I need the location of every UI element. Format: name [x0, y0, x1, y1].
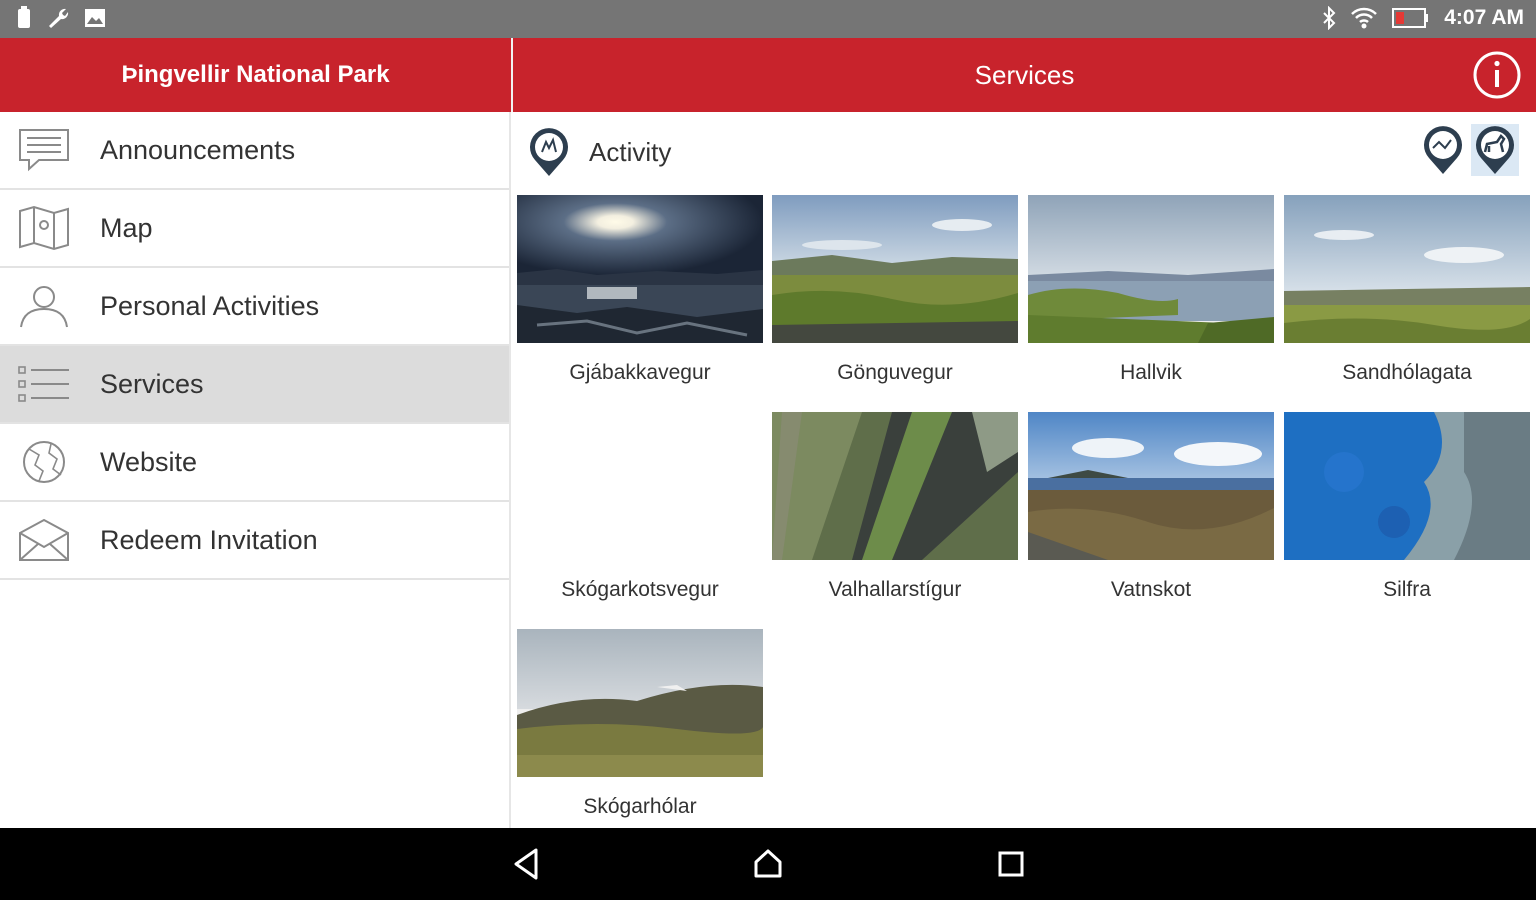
- service-tile-gonguvegur[interactable]: Gönguvegur: [772, 195, 1018, 385]
- service-caption: Gjábakkavegur: [569, 361, 711, 384]
- drawer-item-map[interactable]: Map: [0, 190, 509, 268]
- globe-icon: [16, 438, 72, 486]
- image-icon: [85, 9, 105, 27]
- service-caption: Skógarhólar: [583, 795, 697, 818]
- service-photo: [1284, 412, 1530, 560]
- service-caption: Silfra: [1383, 578, 1431, 601]
- activity-filter: Activity: [513, 112, 1536, 192]
- app-header: Þingvellir National Park Services: [0, 38, 1536, 112]
- park-title: Þingvellir National Park: [121, 61, 390, 88]
- activity-label: Activity: [589, 137, 672, 167]
- horse-marker-icon[interactable]: [1471, 124, 1519, 176]
- drawer-item-label: Services: [100, 368, 204, 399]
- drawer-item-website[interactable]: Website: [0, 424, 509, 502]
- info-icon[interactable]: [1472, 50, 1522, 100]
- list-icon: [16, 360, 72, 408]
- drawer-item-label: Redeem Invitation: [100, 524, 318, 555]
- person-icon: [16, 282, 72, 330]
- map-icon: [16, 204, 72, 252]
- service-caption: Sandhólagata: [1342, 361, 1472, 384]
- service-tile-sandholagata[interactable]: Sandhólagata: [1284, 195, 1530, 385]
- recents-icon[interactable]: [993, 846, 1029, 882]
- service-photo: [517, 195, 763, 343]
- service-caption: Skógarkotsvegur: [561, 578, 719, 601]
- system-nav-bar: [0, 828, 1536, 900]
- activity-marker-icon[interactable]: [527, 126, 571, 178]
- navigation-drawer: Announcements Map Personal Activities Se…: [0, 112, 511, 828]
- page-title: Services: [974, 59, 1075, 90]
- service-tile-gjabakkavegur[interactable]: Gjábakkavegur: [517, 195, 763, 385]
- back-icon[interactable]: [508, 846, 544, 882]
- service-photo: [772, 195, 1018, 343]
- drawer-item-label: Personal Activities: [100, 290, 320, 321]
- message-icon: [16, 126, 72, 174]
- drawer-item-label: Announcements: [100, 134, 296, 165]
- battery-saver-icon: [18, 6, 30, 28]
- service-tile-skogarkotsvegur[interactable]: Skógarkotsvegur: [517, 412, 763, 602]
- service-tile-skogarholar[interactable]: Skógarhólar: [517, 629, 763, 819]
- service-tile-valhallarstigur[interactable]: Valhallarstígur: [772, 412, 1018, 602]
- drawer-item-personal-activities[interactable]: Personal Activities: [0, 268, 509, 346]
- drawer-item-announcements[interactable]: Announcements: [0, 112, 509, 190]
- service-tile-silfra[interactable]: Silfra: [1284, 412, 1530, 602]
- service-tile-hallvik[interactable]: Hallvik: [1028, 195, 1274, 385]
- envelope-icon: [16, 516, 72, 564]
- service-photo: [1028, 412, 1274, 560]
- drawer-item-label: Website: [100, 446, 198, 477]
- wrench-icon: [49, 8, 69, 28]
- service-caption: Hallvik: [1120, 361, 1182, 384]
- status-bar: 4:07 AM: [0, 0, 1536, 38]
- service-photo: [772, 412, 1018, 560]
- home-icon[interactable]: [750, 846, 786, 882]
- battery-icon: [1392, 8, 1429, 28]
- service-caption: Vatnskot: [1110, 578, 1192, 601]
- drawer-item-services[interactable]: Services: [0, 346, 509, 424]
- drawer-item-redeem-invitation[interactable]: Redeem Invitation: [0, 502, 509, 580]
- clock: 4:07 AM: [1444, 6, 1524, 29]
- service-photo-empty: [517, 412, 763, 560]
- service-photo: [1028, 195, 1274, 343]
- bluetooth-icon: [1323, 6, 1336, 30]
- wifi-icon: [1351, 7, 1378, 29]
- service-caption: Gönguvegur: [837, 361, 953, 384]
- service-photo: [1284, 195, 1530, 343]
- service-caption: Valhallarstígur: [828, 578, 962, 601]
- drawer-item-label: Map: [100, 212, 153, 243]
- service-tile-vatnskot[interactable]: Vatnskot: [1028, 412, 1274, 602]
- hiking-marker-icon[interactable]: [1421, 124, 1465, 176]
- services-content: Activity Gjábakkavegur Gönguvegur Hallvi…: [513, 112, 1536, 828]
- service-photo: [517, 629, 763, 777]
